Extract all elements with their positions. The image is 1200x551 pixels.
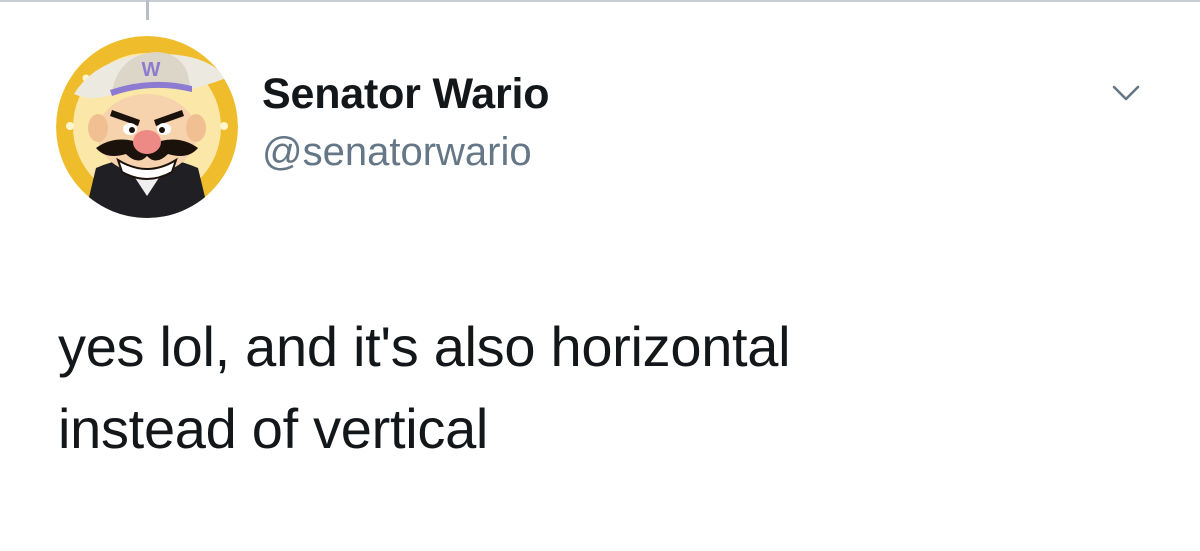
tweet-text: yes lol, and it's also horizontal instea… [58,306,1158,470]
top-divider [0,0,1200,2]
thread-connector-line [146,0,149,20]
chevron-down-icon[interactable] [1108,76,1144,112]
wario-avatar-icon: W [56,36,238,218]
tweet-text-line: instead of vertical [58,397,489,460]
author-block: Senator Wario @senatorwario [262,66,549,178]
avatar[interactable]: W [56,36,238,218]
author-display-name[interactable]: Senator Wario [262,66,549,122]
author-handle[interactable]: @senatorwario [262,126,549,178]
svg-text:W: W [142,59,161,81]
tweet-text-line: yes lol, and it's also horizontal [58,315,791,378]
